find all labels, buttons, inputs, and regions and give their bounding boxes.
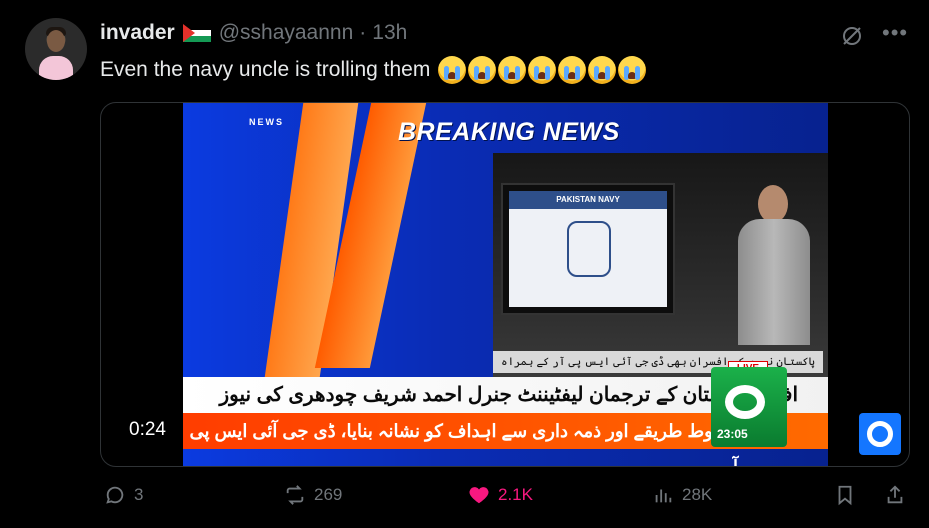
loudly-crying-face-icon — [438, 56, 467, 84]
repost-icon — [286, 485, 304, 505]
video-duration: 0:24 — [121, 416, 174, 444]
user-handle[interactable]: @sshayaannn — [219, 21, 354, 45]
video-frame[interactable]: NEWS BREAKING NEWS PAKISTAN NAVY پاکستان… — [183, 103, 828, 466]
avatar-shirt — [39, 56, 73, 80]
post-text-content: Even the navy uncle is trolling them — [100, 58, 431, 81]
separator: · — [359, 21, 367, 44]
loudly-crying-face-icon — [558, 56, 587, 84]
speaker — [718, 185, 828, 345]
views-count: 28K — [682, 485, 713, 504]
post-header: invader @sshayaannn · 13h — [100, 20, 407, 46]
loudly-crying-face-icon — [588, 56, 617, 84]
navy-anchor-icon — [567, 221, 611, 277]
broadcast-clock: 23:05 — [717, 427, 748, 441]
views-button[interactable]: 28K — [652, 484, 712, 506]
share-icon — [887, 485, 903, 504]
video-player[interactable]: NEWS BREAKING NEWS PAKISTAN NAVY پاکستان… — [100, 102, 910, 467]
palestine-flag-icon — [182, 24, 211, 42]
loudly-crying-face-icon — [498, 56, 527, 84]
reply-button[interactable]: 3 — [104, 484, 143, 506]
reply-icon — [106, 486, 124, 504]
like-button[interactable]: 2.1K — [468, 484, 533, 506]
news-tag: NEWS — [249, 117, 284, 127]
display-name[interactable]: invader — [100, 21, 175, 45]
breaking-news-title: BREAKING NEWS — [398, 118, 620, 146]
action-bar: 3 269 2.1K 28K — [0, 484, 929, 514]
bookmark-icon — [838, 485, 852, 506]
emoji-row — [438, 56, 647, 84]
loudly-crying-face-icon — [528, 56, 557, 84]
like-count: 2.1K — [498, 485, 533, 504]
post-time[interactable]: 13h — [372, 21, 407, 45]
monitor: PAKISTAN NAVY — [501, 183, 675, 315]
loudly-crying-face-icon — [468, 56, 497, 84]
post-text: Even the navy uncle is trolling them — [100, 56, 647, 84]
more-options-icon[interactable]: ••• — [882, 22, 908, 48]
monitor-screen: PAKISTAN NAVY — [509, 191, 667, 307]
avatar-head — [47, 30, 65, 52]
monitor-title: PAKISTAN NAVY — [509, 191, 667, 209]
views-icon — [655, 489, 672, 503]
heart-icon — [469, 487, 489, 504]
share-button[interactable] — [884, 484, 906, 506]
reply-count: 3 — [134, 485, 144, 504]
repost-count: 269 — [314, 485, 343, 504]
bookmark-button[interactable] — [834, 484, 856, 506]
repost-button[interactable]: 269 — [284, 484, 342, 506]
grok-icon[interactable] — [840, 24, 864, 48]
avatar[interactable] — [25, 18, 87, 80]
loudly-crying-face-icon — [618, 56, 647, 84]
geo-corner-logo-icon — [859, 413, 901, 455]
